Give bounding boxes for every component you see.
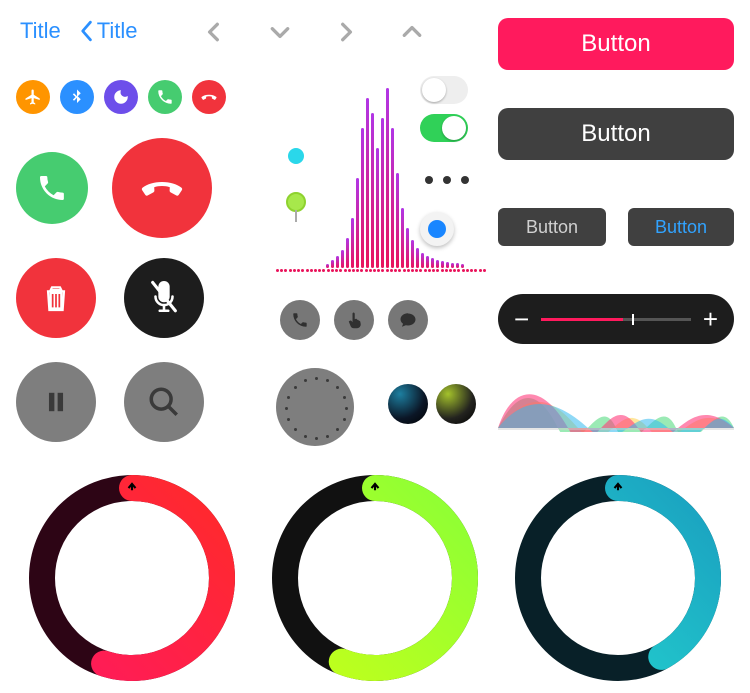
small-button-grey[interactable]: Button bbox=[498, 208, 606, 246]
back-button[interactable]: Title bbox=[79, 18, 138, 44]
chevron-left-icon[interactable] bbox=[200, 18, 228, 46]
chevron-up-icon[interactable] bbox=[398, 18, 426, 46]
do-not-disturb-icon[interactable] bbox=[104, 80, 138, 114]
toggle-off[interactable] bbox=[420, 76, 468, 104]
toggle-on[interactable] bbox=[420, 114, 468, 142]
delete-button[interactable] bbox=[16, 258, 96, 338]
status-row bbox=[16, 80, 226, 114]
decline-call-button[interactable] bbox=[112, 138, 212, 238]
small-button-blue[interactable]: Button bbox=[628, 208, 734, 246]
phone-icon[interactable] bbox=[148, 80, 182, 114]
primary-button[interactable]: Button bbox=[498, 18, 734, 70]
orb-green-icon bbox=[436, 384, 476, 424]
activity-ring-cyan[interactable] bbox=[508, 468, 728, 688]
pause-button[interactable] bbox=[16, 362, 96, 442]
chevron-left-icon bbox=[79, 20, 93, 42]
arrow-right-icon bbox=[366, 477, 384, 495]
chevron-down-icon[interactable] bbox=[266, 18, 294, 46]
phone-icon[interactable] bbox=[280, 300, 320, 340]
chat-icon[interactable] bbox=[388, 300, 428, 340]
airplane-mode-icon[interactable] bbox=[16, 80, 50, 114]
arrow-right-icon bbox=[123, 477, 141, 495]
secondary-button[interactable]: Button bbox=[498, 108, 734, 160]
activity-ring-green[interactable] bbox=[265, 468, 485, 688]
chevron-right-icon[interactable] bbox=[332, 18, 360, 46]
ellipsis-icon[interactable] bbox=[425, 176, 469, 184]
mute-button[interactable] bbox=[124, 258, 204, 338]
accept-call-button[interactable] bbox=[16, 152, 88, 224]
volume-slider[interactable]: − + bbox=[498, 294, 734, 344]
back-title-label: Title bbox=[97, 18, 138, 44]
orbs bbox=[388, 384, 476, 424]
siri-wave-chart bbox=[498, 378, 734, 432]
touch-icon[interactable] bbox=[334, 300, 374, 340]
bluetooth-icon[interactable] bbox=[60, 80, 94, 114]
minus-icon[interactable]: − bbox=[514, 304, 529, 335]
dial-button[interactable] bbox=[276, 368, 354, 446]
arrow-right-icon bbox=[609, 477, 627, 495]
slider-track[interactable] bbox=[541, 318, 691, 321]
search-button[interactable] bbox=[124, 362, 204, 442]
plus-icon[interactable]: + bbox=[703, 304, 718, 335]
activity-ring-red[interactable] bbox=[22, 468, 242, 688]
hangup-icon[interactable] bbox=[192, 80, 226, 114]
orb-blue-icon bbox=[388, 384, 428, 424]
title-link[interactable]: Title bbox=[20, 18, 61, 44]
radio-selected[interactable] bbox=[420, 212, 454, 246]
